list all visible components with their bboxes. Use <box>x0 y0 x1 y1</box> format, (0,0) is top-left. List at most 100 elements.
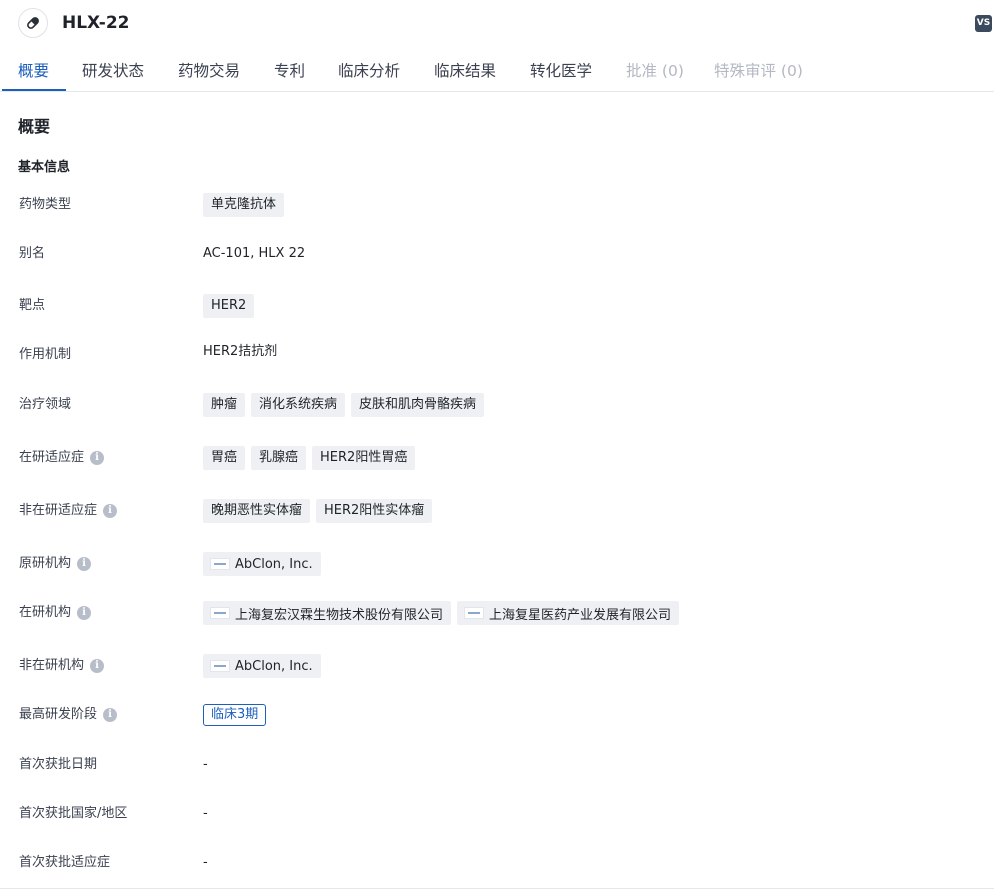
field-label: 作用机制 <box>19 347 72 362</box>
phase-badge[interactable]: 临床3期 <box>203 704 267 726</box>
info-icon[interactable]: i <box>90 451 105 465</box>
field-value: AbClon, Inc. <box>203 652 321 680</box>
field-mechanism: 作用机制 HER2拮抗剂 <box>0 341 994 369</box>
info-icon[interactable]: i <box>77 606 92 620</box>
field-value: HER2 <box>203 292 255 320</box>
indication-tag[interactable]: HER2阳性实体瘤 <box>316 499 433 523</box>
divider <box>0 888 994 889</box>
tab-overview[interactable]: 概要 <box>18 61 49 81</box>
field-label: 药物类型 <box>19 197 72 212</box>
indication-tag[interactable]: 乳腺癌 <box>251 446 307 470</box>
org-logo-icon <box>464 607 485 619</box>
tab-approvals: 批准 (0) <box>626 62 684 80</box>
compare-vs-button[interactable]: VS <box>975 15 992 32</box>
field-label: 首次获批适应症 <box>19 855 111 870</box>
info-icon[interactable]: i <box>103 708 118 722</box>
field-inactive-orgs: 非在研机构 i AbClon, Inc. <box>0 652 994 680</box>
pill-icon-glyph <box>27 17 39 29</box>
field-label: 首次获批日期 <box>19 757 98 772</box>
pill-icon <box>18 8 48 38</box>
info-icon[interactable]: i <box>90 659 105 673</box>
aliases-value: AC-101, HLX 22 <box>203 246 306 261</box>
org-logo-icon <box>210 558 230 570</box>
field-value: - <box>203 751 208 779</box>
field-value: - <box>203 849 208 877</box>
tab-clinical-results[interactable]: 临床结果 <box>434 61 496 81</box>
tab-special-review: 特殊审评 (0) <box>714 62 803 80</box>
field-label: 首次获批国家/地区 <box>19 806 128 821</box>
info-icon[interactable]: i <box>77 557 92 571</box>
org-tag[interactable]: 上海复宏汉霖生物技术股份有限公司 <box>203 601 452 625</box>
field-value: HER2拮抗剂 <box>203 338 277 366</box>
field-value: 单克隆抗体 <box>203 191 285 219</box>
info-icon[interactable]: i <box>103 504 118 518</box>
tab-patents[interactable]: 专利 <box>274 61 305 81</box>
field-label-text: 在研适应症 <box>19 450 85 465</box>
field-aliases: 别名 AC-101, HLX 22 <box>0 240 994 268</box>
tab-translational-medicine[interactable]: 转化医学 <box>530 61 592 81</box>
org-name: AbClon, Inc. <box>235 556 313 572</box>
active-tab-indicator <box>2 89 66 91</box>
field-drug-type: 药物类型 单克隆抗体 <box>0 191 994 219</box>
first-approval-indication-value: - <box>203 855 208 870</box>
field-active-indications: 在研适应症 i 胃癌 乳腺癌 HER2阳性胃癌 <box>0 444 994 472</box>
org-logo-icon <box>210 607 230 619</box>
field-target: 靶点 HER2 <box>0 292 994 320</box>
field-label: 非在研机构 i <box>19 657 105 675</box>
field-active-orgs: 在研机构 i 上海复宏汉霖生物技术股份有限公司 上海复星医药产业发展有限公司 <box>0 599 994 627</box>
org-name: AbClon, Inc. <box>235 658 313 674</box>
field-label: 最高研发阶段 i <box>19 706 118 724</box>
first-approval-country-value: - <box>203 806 208 821</box>
field-label: 在研机构 i <box>19 604 92 622</box>
field-label-text: 原研机构 <box>19 556 72 571</box>
tab-rd-status[interactable]: 研发状态 <box>82 61 144 81</box>
field-value: 临床3期 <box>203 701 267 729</box>
org-name: 上海复星医药产业发展有限公司 <box>489 607 672 623</box>
org-tag[interactable]: 上海复星医药产业发展有限公司 <box>457 601 680 625</box>
field-value: - <box>203 800 208 828</box>
field-first-approval-country: 首次获批国家/地区 - <box>0 800 994 828</box>
field-first-approval-date: 首次获批日期 - <box>0 751 994 779</box>
drug-type-tag[interactable]: 单克隆抗体 <box>203 193 285 217</box>
therapeutic-area-tag[interactable]: 肿瘤 <box>203 393 246 417</box>
field-label-text: 在研机构 <box>19 605 72 620</box>
field-label: 靶点 <box>19 298 46 313</box>
indication-tag[interactable]: HER2阳性胃癌 <box>312 446 416 470</box>
field-value: 晚期恶性实体瘤 HER2阳性实体瘤 <box>203 497 433 525</box>
indication-tag[interactable]: 胃癌 <box>203 446 246 470</box>
field-therapeutic-areas: 治疗领域 肿瘤 消化系统疾病 皮肤和肌肉骨骼疾病 <box>0 391 994 419</box>
tab-clinical-analysis[interactable]: 临床分析 <box>338 61 400 81</box>
drug-name-title: HLX-22 <box>62 13 130 33</box>
indication-tag[interactable]: 晚期恶性实体瘤 <box>203 499 311 523</box>
field-first-approval-indication: 首次获批适应症 - <box>0 849 994 877</box>
tab-bar: 概要 研发状态 药物交易 专利 临床分析 临床结果 转化医学 批准 (0) 特殊… <box>0 52 994 92</box>
field-label: 别名 <box>19 246 46 261</box>
field-label: 非在研适应症 i <box>19 502 118 520</box>
org-logo-icon <box>210 660 230 672</box>
org-tag[interactable]: AbClon, Inc. <box>203 654 321 678</box>
field-value: 肿瘤 消化系统疾病 皮肤和肌肉骨骼疾病 <box>203 391 485 419</box>
field-label-text: 最高研发阶段 <box>19 707 98 722</box>
tab-drug-deals[interactable]: 药物交易 <box>178 61 240 81</box>
field-value: AbClon, Inc. <box>203 550 321 578</box>
field-originator: 原研机构 i AbClon, Inc. <box>0 550 994 578</box>
therapeutic-area-tag[interactable]: 消化系统疾病 <box>251 393 346 417</box>
mechanism-value[interactable]: HER2拮抗剂 <box>203 343 277 361</box>
page-header: HLX-22 VS <box>0 0 994 48</box>
first-approval-date-value: - <box>203 757 208 772</box>
field-value: AC-101, HLX 22 <box>203 240 305 268</box>
subsection-title: 基本信息 <box>18 160 71 175</box>
field-value: 上海复宏汉霖生物技术股份有限公司 上海复星医药产业发展有限公司 <box>203 599 680 627</box>
org-tag[interactable]: AbClon, Inc. <box>203 552 321 576</box>
field-label: 原研机构 i <box>19 555 92 573</box>
field-label: 治疗领域 <box>19 397 72 412</box>
field-inactive-indications: 非在研适应症 i 晚期恶性实体瘤 HER2阳性实体瘤 <box>0 497 994 525</box>
field-label-text: 非在研机构 <box>19 658 85 673</box>
therapeutic-area-tag[interactable]: 皮肤和肌肉骨骼疾病 <box>351 393 485 417</box>
field-highest-phase: 最高研发阶段 i 临床3期 <box>0 701 994 729</box>
org-name: 上海复宏汉霖生物技术股份有限公司 <box>235 607 444 623</box>
target-tag[interactable]: HER2 <box>203 294 255 318</box>
field-label: 在研适应症 i <box>19 449 105 467</box>
field-value: 胃癌 乳腺癌 HER2阳性胃癌 <box>203 444 416 472</box>
section-title: 概要 <box>18 117 51 136</box>
